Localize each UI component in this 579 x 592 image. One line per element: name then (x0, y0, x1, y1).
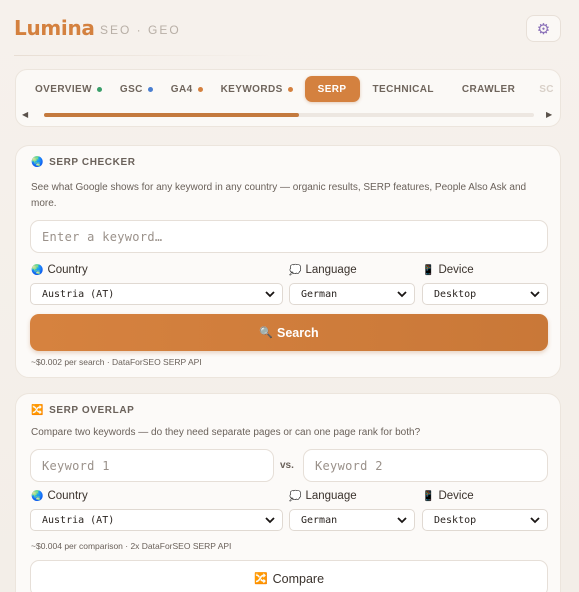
country-label: 🌏 Country (31, 264, 88, 276)
vs-label: vs. (280, 460, 294, 471)
chevron-down-icon (530, 517, 540, 524)
scroll-left-icon[interactable]: ◀ (22, 109, 28, 121)
label-text: Language (305, 264, 357, 276)
chevron-down-icon (397, 517, 407, 524)
status-dot (147, 86, 153, 92)
tab-technical[interactable]: TECHNICAL (373, 76, 434, 102)
tab-label: CRAWLER (461, 83, 516, 95)
chevron-down-icon (397, 291, 407, 298)
select-value: German (301, 514, 338, 526)
label-text: Country (47, 264, 88, 276)
device-select[interactable]: Desktop (422, 283, 548, 305)
card-title-text: SERP CHECKER (49, 157, 136, 168)
keyword2-input[interactable]: Keyword 2 (303, 449, 548, 482)
status-dot (287, 86, 293, 92)
speech-bubble-icon: 💭 (289, 490, 302, 502)
brand-logo[interactable]: Lumina (14, 16, 95, 40)
label-text: Device (438, 490, 474, 502)
shuffle-icon: 🔀 (31, 405, 45, 416)
serp-overlap-card: 🔀 SERP OVERLAP Compare two keywords — do… (15, 393, 561, 592)
select-value: Desktop (434, 514, 477, 526)
tab-crawler[interactable]: CRAWLER (462, 76, 515, 102)
country-select[interactable]: Austria (AT) (30, 509, 283, 531)
device-label: 📱 Device (422, 264, 474, 276)
label-text: Language (305, 490, 357, 502)
tab-ga4[interactable]: GA4 (171, 76, 203, 102)
search-icon: 🔍 (259, 327, 273, 339)
shuffle-icon: 🔀 (253, 573, 268, 585)
app-header: Lumina SEO · GEO ⚙ (0, 0, 579, 56)
select-value: Desktop (434, 288, 477, 300)
globe-icon: 🌏 (31, 490, 44, 502)
language-label: 💭 Language (289, 264, 357, 276)
scroll-right-icon[interactable]: ▶ (546, 109, 552, 121)
card-title: 🌏 SERP CHECKER (31, 157, 136, 168)
search-button[interactable]: 🔍 Search (30, 314, 548, 351)
speech-bubble-icon: 💭 (289, 264, 302, 276)
language-label: 💭 Language (289, 490, 357, 502)
tab-list: OVERVIEW GSC GA4 KEYWORDS SERP TECHNICAL… (16, 76, 560, 102)
tab-scrollbar[interactable]: ◀ ▶ (16, 109, 560, 121)
gear-icon: ⚙ (536, 20, 551, 38)
button-label: Compare (272, 571, 325, 586)
tab-label: SC (539, 83, 554, 95)
globe-icon: 🌏 (31, 157, 45, 168)
chevron-down-icon (265, 517, 275, 524)
tab-label: GA4 (170, 83, 193, 95)
brand-subtitle: SEO · GEO (100, 23, 181, 37)
cost-footnote: ~$0.002 per search · DataForSEO SERP API (31, 357, 202, 367)
device-select[interactable]: Desktop (422, 509, 548, 531)
cost-footnote: ~$0.004 per comparison · 2x DataForSEO S… (31, 541, 232, 551)
tab-label: GSC (119, 83, 143, 95)
tab-keywords[interactable]: KEYWORDS (221, 76, 293, 102)
label-text: Country (47, 490, 88, 502)
language-select[interactable]: German (289, 283, 415, 305)
tab-gsc[interactable]: GSC (120, 76, 153, 102)
button-label: Search (277, 325, 319, 340)
scroll-thumb[interactable] (44, 113, 299, 117)
status-dot (197, 86, 203, 92)
select-value: Austria (AT) (42, 514, 115, 526)
keyword-input[interactable]: Enter a keyword… (30, 220, 548, 253)
tab-label: KEYWORDS (220, 83, 283, 95)
compare-button[interactable]: 🔀 Compare (30, 560, 548, 592)
card-title-text: SERP OVERLAP (49, 405, 135, 416)
country-select[interactable]: Austria (AT) (30, 283, 283, 305)
tab-overview[interactable]: OVERVIEW (35, 76, 102, 102)
status-dot (96, 86, 102, 92)
card-title: 🔀 SERP OVERLAP (31, 405, 134, 416)
tab-label: SERP (317, 83, 347, 95)
chevron-down-icon (265, 291, 275, 298)
chevron-down-icon (530, 291, 540, 298)
serp-checker-card: 🌏 SERP CHECKER See what Google shows for… (15, 145, 561, 378)
select-value: Austria (AT) (42, 288, 115, 300)
language-select[interactable]: German (289, 509, 415, 531)
label-text: Device (438, 264, 474, 276)
select-value: German (301, 288, 338, 300)
settings-button[interactable]: ⚙ (526, 15, 561, 42)
phone-icon: 📱 (422, 490, 435, 502)
header-divider (14, 55, 270, 56)
card-description: See what Google shows for any keyword in… (31, 182, 527, 209)
tab-label: OVERVIEW (35, 83, 92, 95)
scroll-track-bg[interactable] (44, 113, 534, 117)
tab-label: TECHNICAL (372, 83, 434, 95)
tab-more[interactable]: SC (539, 76, 554, 102)
tab-serp[interactable]: SERP (304, 76, 360, 102)
tab-bar: OVERVIEW GSC GA4 KEYWORDS SERP TECHNICAL… (15, 69, 561, 127)
card-description: Compare two keywords — do they need sepa… (31, 427, 421, 438)
device-label: 📱 Device (422, 490, 474, 502)
phone-icon: 📱 (422, 264, 435, 276)
globe-icon: 🌏 (31, 264, 44, 276)
country-label: 🌏 Country (31, 490, 88, 502)
keyword1-input[interactable]: Keyword 1 (30, 449, 274, 482)
